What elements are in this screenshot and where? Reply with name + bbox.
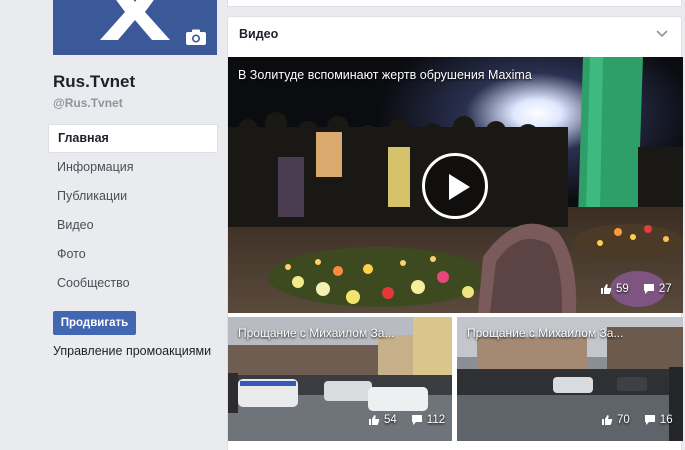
nav-item-info[interactable]: Информация xyxy=(48,153,218,182)
promote-button[interactable]: Продвигать xyxy=(53,311,136,335)
nav-item-videos[interactable]: Видео xyxy=(48,211,218,240)
main-video-stats: 59 27 xyxy=(600,283,672,295)
like-icon xyxy=(601,284,612,294)
thumb-stats: 54 112 xyxy=(368,414,445,426)
video-thumb[interactable]: Прощание с Михаилом За... 70 16 xyxy=(457,317,683,441)
page-name[interactable]: Rus.Tvnet xyxy=(53,72,135,92)
manage-promotions-link[interactable]: Управление промоакциями xyxy=(53,344,211,358)
page-logo-icon xyxy=(100,0,170,40)
comment-icon xyxy=(411,415,422,425)
nav-item-community[interactable]: Сообщество xyxy=(48,269,218,298)
play-button[interactable] xyxy=(422,153,488,219)
nav-item-posts[interactable]: Публикации xyxy=(48,182,218,211)
main-video-likes: 59 xyxy=(616,283,629,295)
nav-item-photos[interactable]: Фото xyxy=(48,240,218,269)
like-icon xyxy=(369,415,380,425)
page-handle[interactable]: @Rus.Tvnet xyxy=(53,96,123,110)
thumb-likes: 54 xyxy=(384,414,397,426)
videos-card: Видео В Золитуде вспоминают жертв обруше… xyxy=(227,16,683,450)
main-video-title[interactable]: В Золитуде вспоминают жертв обрушения Ma… xyxy=(238,68,532,82)
main-video-comments: 27 xyxy=(658,283,672,295)
thumb-title[interactable]: Прощание с Михаилом За... xyxy=(238,326,394,340)
nav-item-home[interactable]: Главная xyxy=(48,124,218,153)
page-profile-picture[interactable] xyxy=(53,0,217,55)
previous-card-bottom xyxy=(227,0,682,7)
thumb-comments: 16 xyxy=(659,414,673,426)
videos-card-title[interactable]: Видео xyxy=(239,27,278,41)
thumb-comments: 112 xyxy=(426,414,446,426)
comment-icon xyxy=(643,284,654,294)
play-icon xyxy=(449,174,470,200)
like-icon xyxy=(602,415,613,425)
thumb-title[interactable]: Прощание с Михаилом За... xyxy=(467,326,623,340)
video-thumb[interactable]: Прощание с Михаилом За... 54 112 xyxy=(228,317,452,441)
main-video[interactable]: В Золитуде вспоминают жертв обрушения Ma… xyxy=(228,57,683,313)
chevron-down-icon[interactable] xyxy=(656,30,668,38)
thumb-stats: 70 16 xyxy=(601,414,673,426)
thumb-likes: 70 xyxy=(617,414,630,426)
camera-icon[interactable] xyxy=(185,29,207,46)
comment-icon xyxy=(644,415,655,425)
page-nav: Главная Информация Публикации Видео Фото… xyxy=(48,124,218,298)
